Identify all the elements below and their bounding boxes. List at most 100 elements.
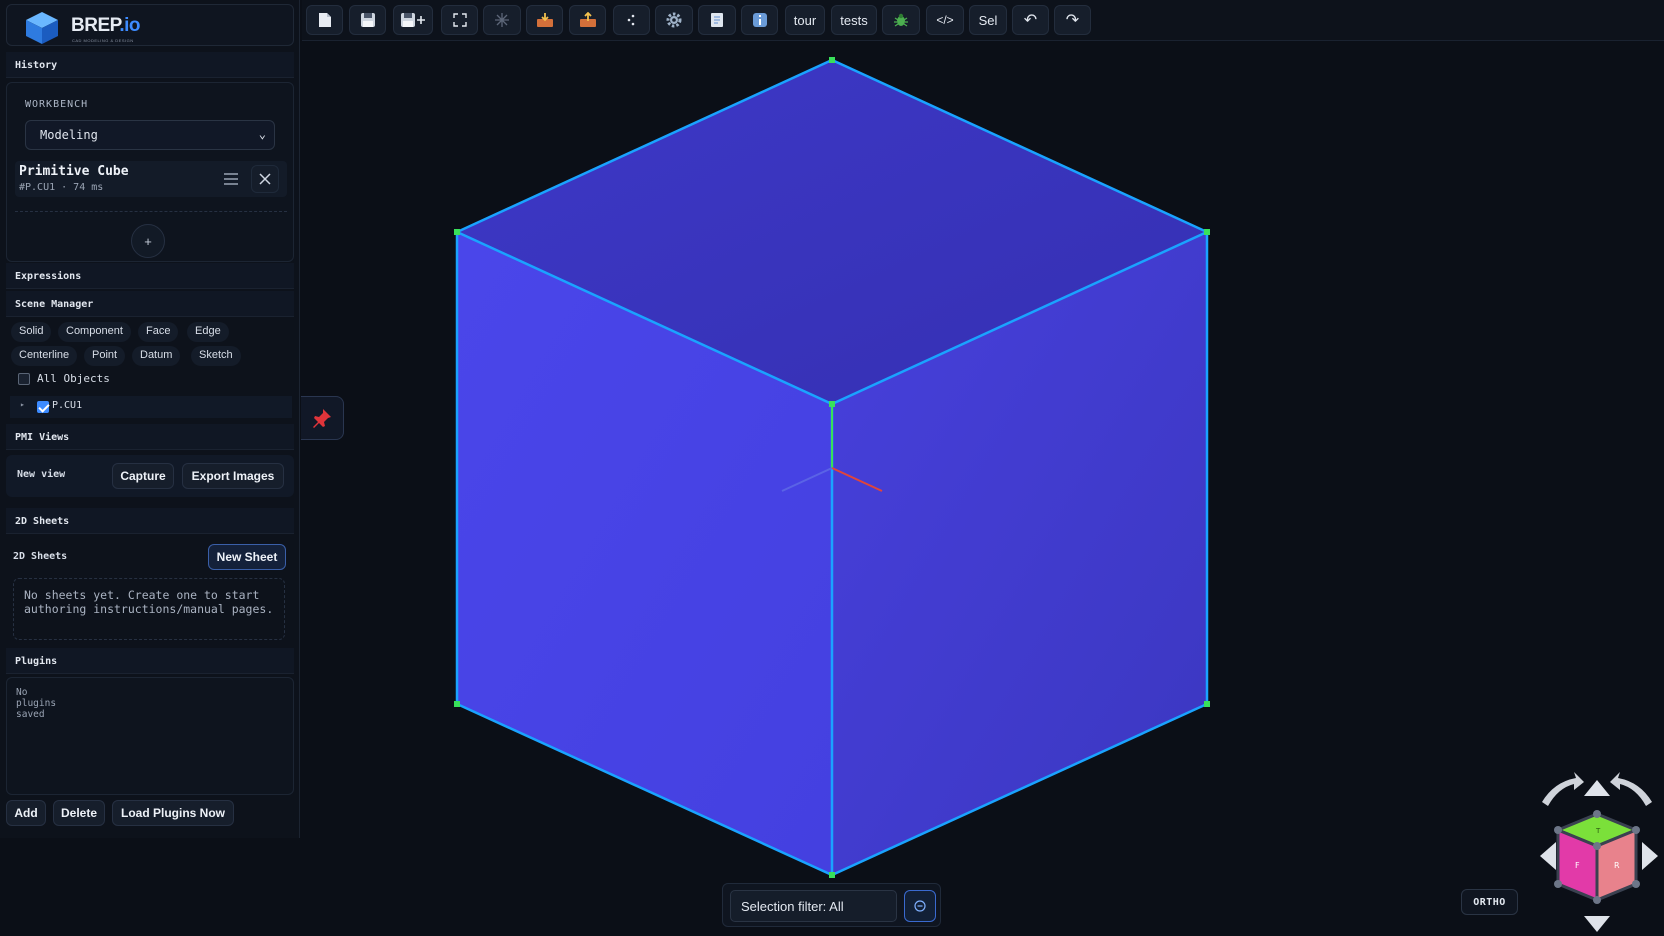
tour-button[interactable]: tour bbox=[785, 5, 825, 35]
save-icon bbox=[360, 13, 375, 27]
feature-close-button[interactable] bbox=[251, 165, 279, 193]
close-icon bbox=[259, 173, 271, 185]
view-right-arrow-icon[interactable] bbox=[1642, 842, 1658, 870]
plugins-empty-message: No plugins saved bbox=[16, 687, 57, 720]
filter-chip-solid[interactable]: Solid bbox=[11, 322, 52, 342]
save-as-button[interactable] bbox=[393, 5, 433, 35]
toolbar: tour tests </> Sel ↶ ↷ bbox=[302, 0, 1664, 41]
logo-cube-icon bbox=[26, 12, 58, 44]
feature-meta: #P.CU1 · 74 ms bbox=[19, 182, 104, 193]
expand-caret-icon[interactable]: ▸ bbox=[20, 400, 25, 409]
feature-menu-button[interactable] bbox=[217, 165, 245, 193]
wireframe-icon bbox=[495, 13, 509, 27]
tree-item-label: P.CU1 bbox=[52, 400, 83, 411]
scripts-icon bbox=[711, 13, 723, 27]
view-down-arrow-icon[interactable] bbox=[1584, 916, 1610, 932]
view-up-arrow-icon[interactable] bbox=[1584, 780, 1610, 796]
rotate-right-arrow-icon[interactable] bbox=[1610, 772, 1652, 806]
fit-view-button[interactable] bbox=[441, 5, 478, 35]
selection-filter-select[interactable]: Selection filter: All bbox=[730, 890, 897, 922]
logo-text: BREP.io bbox=[71, 15, 141, 36]
filter-chip-datum[interactable]: Datum bbox=[132, 346, 181, 366]
view-cube-right-label: R bbox=[1614, 861, 1620, 870]
view-left-arrow-icon[interactable] bbox=[1540, 842, 1556, 870]
settings-icon bbox=[666, 12, 682, 28]
delete-plugin-button[interactable]: Delete bbox=[53, 800, 105, 826]
scripts-button[interactable] bbox=[698, 5, 736, 35]
rotate-left-arrow-icon[interactable] bbox=[1542, 772, 1584, 806]
view-cube[interactable]: T F R bbox=[1534, 772, 1664, 936]
divider bbox=[15, 211, 287, 212]
points-icon bbox=[627, 14, 634, 26]
history-header[interactable]: History bbox=[6, 52, 294, 78]
info-icon bbox=[752, 13, 767, 27]
filter-chip-point[interactable]: Point bbox=[84, 346, 126, 366]
filter-chip-sketch[interactable]: Sketch bbox=[191, 346, 241, 366]
expressions-header[interactable]: Expressions bbox=[6, 263, 294, 289]
pcu1-visibility-checkbox[interactable] bbox=[37, 401, 49, 413]
fit-view-icon bbox=[452, 13, 467, 27]
pin-panel-button[interactable] bbox=[301, 396, 344, 440]
view-cube-front-label: F bbox=[1575, 861, 1580, 870]
new-sheet-button[interactable]: New Sheet bbox=[208, 544, 286, 570]
feature-title: Primitive Cube bbox=[19, 164, 129, 179]
logo-tagline: CAD MODELING & DESIGN bbox=[72, 38, 134, 43]
settings-button[interactable] bbox=[655, 5, 693, 35]
new-file-button[interactable] bbox=[306, 5, 343, 35]
projection-toggle[interactable]: ORTHO bbox=[1461, 889, 1518, 915]
load-plugins-button[interactable]: Load Plugins Now bbox=[112, 800, 234, 826]
workbench-label: WORKBENCH bbox=[25, 99, 89, 110]
new-file-icon bbox=[318, 13, 331, 27]
export-images-button[interactable]: Export Images bbox=[182, 463, 284, 489]
selection-clear-button[interactable] bbox=[904, 890, 936, 922]
pin-icon bbox=[313, 409, 331, 428]
scene[interactable] bbox=[300, 41, 1664, 936]
import-icon bbox=[536, 13, 553, 27]
logo: BREP.io CAD MODELING & DESIGN bbox=[6, 4, 294, 46]
wireframe-button[interactable] bbox=[483, 5, 521, 35]
sheets-subtitle: 2D Sheets bbox=[13, 551, 68, 562]
sheets-header[interactable]: 2D Sheets bbox=[6, 508, 294, 534]
tests-button[interactable]: tests bbox=[831, 5, 877, 35]
all-objects-checkbox[interactable] bbox=[18, 373, 30, 385]
new-view-label: New view bbox=[17, 469, 66, 480]
plugins-panel: No plugins saved bbox=[6, 677, 294, 795]
add-feature-button[interactable]: + bbox=[131, 224, 165, 258]
history-panel: WORKBENCH Modeling ⌄ Primitive Cube #P.C… bbox=[6, 82, 294, 262]
filter-chip-edge[interactable]: Edge bbox=[187, 322, 229, 342]
filter-chip-centerline[interactable]: Centerline bbox=[11, 346, 78, 366]
save-button[interactable] bbox=[349, 5, 386, 35]
chevron-down-icon: ⌄ bbox=[258, 127, 266, 141]
export-button[interactable] bbox=[569, 5, 606, 35]
plugins-header[interactable]: Plugins bbox=[6, 648, 294, 674]
code-button[interactable]: </> bbox=[926, 5, 964, 35]
menu-icon bbox=[224, 173, 238, 185]
redo-button[interactable]: ↷ bbox=[1054, 5, 1091, 35]
save-as-icon bbox=[401, 13, 425, 27]
minus-circle-icon bbox=[914, 900, 926, 912]
add-plugin-button[interactable]: Add bbox=[6, 800, 46, 826]
debug-button[interactable] bbox=[882, 5, 920, 35]
all-objects-label: All Objects bbox=[37, 372, 110, 385]
filter-chip-component[interactable]: Component bbox=[58, 322, 131, 342]
capture-button[interactable]: Capture bbox=[112, 463, 174, 489]
tree-row-pcu1[interactable]: ▸ P.CU1 bbox=[10, 396, 292, 418]
bug-icon bbox=[894, 13, 908, 27]
feature-item-primitive-cube[interactable]: Primitive Cube #P.CU1 · 74 ms bbox=[15, 161, 287, 197]
export-icon bbox=[579, 12, 596, 27]
3d-viewport[interactable] bbox=[300, 41, 1664, 936]
selection-filter-bar: Selection filter: All bbox=[722, 883, 941, 927]
import-button[interactable] bbox=[526, 5, 563, 35]
undo-button[interactable]: ↶ bbox=[1012, 5, 1049, 35]
pmi-views-panel: New view Capture Export Images bbox=[6, 455, 294, 497]
view-cube-top-label: T bbox=[1595, 827, 1601, 835]
scene-manager-header[interactable]: Scene Manager bbox=[6, 291, 294, 317]
filter-chip-face[interactable]: Face bbox=[138, 322, 179, 342]
workbench-select[interactable]: Modeling ⌄ bbox=[25, 120, 275, 150]
points-button[interactable] bbox=[613, 5, 650, 35]
pmi-views-header[interactable]: PMI Views bbox=[6, 424, 294, 450]
sheets-empty-message: No sheets yet. Create one to start autho… bbox=[13, 578, 285, 640]
info-button[interactable] bbox=[741, 5, 778, 35]
sidebar: BREP.io CAD MODELING & DESIGN History WO… bbox=[0, 0, 300, 838]
sel-button[interactable]: Sel bbox=[969, 5, 1007, 35]
